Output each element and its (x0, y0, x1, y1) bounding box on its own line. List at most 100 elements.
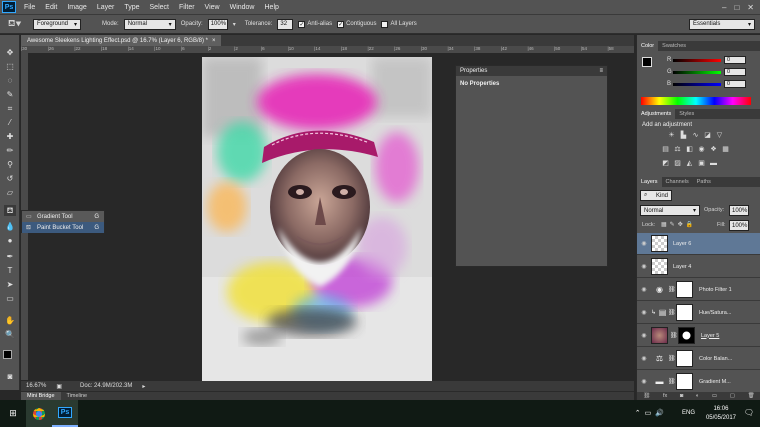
blue-track[interactable] (673, 82, 721, 86)
layer-name[interactable]: Gradient M... (699, 379, 731, 385)
path-select-tool-icon[interactable]: ➤ (4, 279, 16, 290)
color-spectrum-ramp[interactable] (641, 97, 751, 105)
move-tool-icon[interactable]: ✥ (4, 47, 16, 58)
brush-tool-icon[interactable]: ✏ (4, 145, 16, 156)
red-channel-slider[interactable]: R 0 (667, 56, 746, 64)
layer-opacity-input[interactable]: 100% (729, 205, 749, 216)
document-canvas-artwork[interactable] (202, 57, 432, 381)
close-icon[interactable]: ✕ (747, 3, 754, 12)
photo-filter-icon[interactable]: ◉ (697, 145, 706, 153)
layer-name[interactable]: Layer 6 (673, 241, 691, 247)
menu-type[interactable]: Type (119, 4, 144, 11)
antialias-option[interactable]: ✓ Anti-alias (298, 20, 332, 28)
layer-name[interactable]: Photo Filter 1 (699, 287, 732, 293)
threshold-icon[interactable]: ◭ (685, 159, 694, 167)
add-mask-icon[interactable]: ◙ (680, 393, 683, 400)
tab-adjustments[interactable]: Adjustments (637, 109, 676, 119)
eraser-tool-icon[interactable]: ▱ (4, 187, 16, 198)
tab-channels[interactable]: Channels (662, 177, 693, 187)
document-tab[interactable]: Awesome Sleekens Lighting Effect.psd @ 1… (21, 35, 222, 46)
doc-size[interactable]: Doc: 24.9M/202.3M (80, 383, 132, 389)
tab-paths[interactable]: Paths (693, 177, 715, 187)
dodge-tool-icon[interactable]: ● (4, 235, 16, 246)
tab-mini-bridge[interactable]: Mini Bridge (21, 392, 61, 400)
blue-channel-slider[interactable]: B 0 (667, 80, 746, 88)
rectangle-tool-icon[interactable]: ▭ (4, 293, 16, 304)
eye-icon[interactable]: ◉ (637, 240, 651, 247)
antialias-checkbox[interactable]: ✓ (298, 20, 306, 28)
close-tab-icon[interactable]: × (212, 38, 216, 44)
new-layer-icon[interactable]: ▢ (730, 393, 735, 400)
quick-mask-icon[interactable]: ◙ (4, 371, 16, 382)
menu-image[interactable]: Image (62, 4, 91, 11)
eye-icon[interactable]: ◉ (637, 355, 651, 362)
layer-name[interactable]: Hue/Satura... (699, 310, 731, 316)
lock-options-icon[interactable]: ▦✎✥🔒 (661, 221, 696, 228)
type-tool-icon[interactable]: T (4, 265, 16, 276)
panel-menu-icon[interactable]: ≡ (599, 68, 603, 74)
paint-bucket-tool-icon[interactable]: ⛾ (4, 205, 16, 216)
crop-tool-icon[interactable]: ⌗ (4, 103, 16, 114)
selective-color-icon[interactable]: ▣ (697, 159, 706, 167)
eye-icon[interactable]: ◉ (637, 378, 651, 385)
color-lookup-icon[interactable]: ▦ (721, 145, 730, 153)
layer-name[interactable]: Layer 4 (673, 264, 691, 270)
green-channel-slider[interactable]: G 0 (667, 68, 746, 76)
language-indicator[interactable]: ENG (682, 410, 695, 416)
chevron-right-icon[interactable]: ▸ (142, 383, 145, 390)
layer-row[interactable]: ◉ Layer 6 (637, 233, 760, 255)
layer-row[interactable]: ◉ ▬ ⛓ Gradient M... (637, 371, 760, 393)
layer-row[interactable]: ◉ Layer 4 (637, 256, 760, 278)
system-tray-icons[interactable]: ⌃▭🔊 (635, 409, 668, 417)
fill-input[interactable]: 100% (729, 220, 749, 231)
layer-filter-dropdown[interactable]: ⌕ Kind (640, 190, 672, 201)
properties-panel-header[interactable]: Properties ≡ (456, 66, 607, 76)
tab-timeline[interactable]: Timeline (61, 392, 94, 400)
chrome-taskbar-icon[interactable] (26, 400, 52, 427)
workspace-dropdown[interactable]: Essentials ▾ (689, 18, 755, 30)
color-balance-icon[interactable]: ⚖ (673, 145, 682, 153)
contiguous-option[interactable]: ✓ Contiguous (337, 20, 376, 28)
layer-row[interactable]: ◉ ⛓ Layer 5 (637, 325, 760, 347)
pen-tool-icon[interactable]: ✒ (4, 251, 16, 262)
zoom-level[interactable]: 16.67% (26, 383, 46, 389)
tab-color[interactable]: Color (637, 41, 659, 51)
green-value[interactable]: 0 (724, 68, 746, 76)
eyedropper-tool-icon[interactable]: ⁄ (4, 117, 16, 128)
tab-swatches[interactable]: Swatches (658, 41, 690, 51)
blend-mode-dropdown[interactable]: Normal ▾ (640, 205, 700, 216)
taskbar-clock[interactable]: 16:06 05/05/2017 (706, 405, 736, 423)
menu-filter[interactable]: Filter (174, 4, 200, 11)
fx-icon[interactable]: fx (663, 393, 667, 400)
gradient-tool-option[interactable]: ▭ Gradient Tool G (22, 211, 104, 222)
red-track[interactable] (673, 58, 721, 62)
new-group-icon[interactable]: ▭ (712, 393, 717, 400)
zoom-tool-icon[interactable]: 🔍 (4, 329, 16, 340)
curves-icon[interactable]: ∿ (691, 131, 700, 139)
clone-stamp-tool-icon[interactable]: ⚲ (4, 159, 16, 170)
eye-icon[interactable]: ◉ (637, 286, 651, 293)
eye-icon[interactable]: ◉ (637, 332, 651, 339)
hand-tool-icon[interactable]: ✋ (4, 315, 16, 326)
posterize-icon[interactable]: ▨ (673, 159, 682, 167)
tolerance-input[interactable]: 32 (277, 18, 294, 30)
layer-row[interactable]: ◉ ⚖ ⛓ Color Balan... (637, 348, 760, 370)
blue-value[interactable]: 0 (724, 80, 746, 88)
link-layers-icon[interactable]: ⛓ (643, 393, 650, 400)
mode-dropdown[interactable]: Normal ▾ (123, 18, 176, 30)
menu-edit[interactable]: Edit (40, 4, 62, 11)
paint-bucket-tool-option[interactable]: ⛾ Paint Bucket Tool G (22, 222, 104, 233)
color-foreground-swatch[interactable] (642, 57, 652, 67)
levels-icon[interactable]: ▙ (679, 131, 688, 139)
foreground-color-swatch[interactable] (3, 350, 12, 359)
blur-tool-icon[interactable]: 💧 (4, 221, 16, 232)
minimize-icon[interactable]: – (722, 3, 726, 12)
menu-file[interactable]: File (19, 4, 40, 11)
layer-name[interactable]: Layer 5 (701, 333, 719, 339)
tab-styles[interactable]: Styles (675, 109, 698, 119)
alllayers-checkbox[interactable] (381, 20, 389, 28)
fill-source-dropdown[interactable]: Foreground ▾ (33, 18, 81, 30)
menu-view[interactable]: View (200, 4, 225, 11)
notification-icon[interactable]: 🗨 (744, 408, 754, 417)
quick-select-tool-icon[interactable]: ✎ (4, 89, 16, 100)
